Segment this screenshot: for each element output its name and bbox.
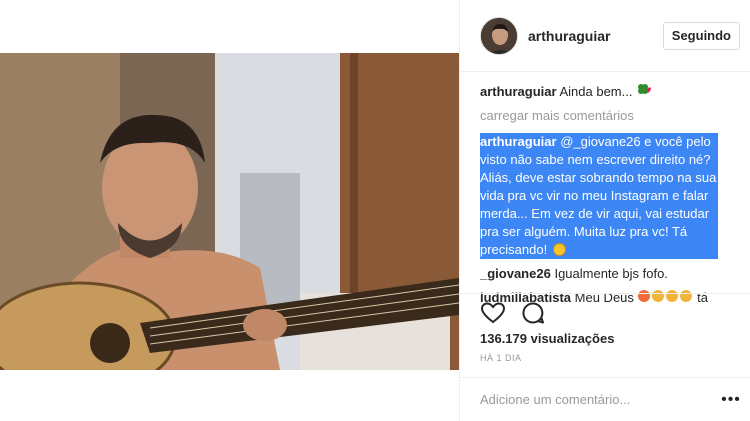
comment-username[interactable]: arthuraguiar <box>480 134 557 149</box>
more-options-icon[interactable]: ••• <box>721 391 741 409</box>
view-count: 136.179 visualizações <box>480 331 615 346</box>
video-player[interactable] <box>0 53 459 370</box>
username-link[interactable]: arthuraguiar <box>528 28 663 44</box>
caption: arthuraguiar Ainda bem... <box>480 82 740 101</box>
comment-username[interactable]: _giovane26 <box>480 266 551 281</box>
smiley-emoji-icon <box>552 243 566 256</box>
comment-text: e você pelo visto não sabe nem escrever … <box>480 134 717 257</box>
caption-text: Ainda bem... <box>559 84 633 99</box>
post-header: arthuraguiar Seguindo <box>460 0 750 72</box>
post-sidebar: arthuraguiar Seguindo arthuraguiar Ainda… <box>459 0 750 421</box>
action-bar <box>460 293 750 333</box>
video-frame <box>0 53 459 370</box>
avatar-image <box>481 17 517 54</box>
heart-icon[interactable] <box>480 300 506 326</box>
comment-input[interactable] <box>480 392 721 407</box>
comments-list: arthuraguiar Ainda bem... carregar mais … <box>460 72 750 305</box>
comment-text: Igualmente bjs fofo. <box>554 266 668 281</box>
comment: _giovane26 Igualmente bjs fofo. <box>480 265 740 283</box>
comment-icon[interactable] <box>520 300 546 326</box>
comment-mention[interactable]: @_giovane26 <box>560 134 640 149</box>
comment-selected: arthuraguiar @_giovane26 e você pelo vis… <box>480 133 718 259</box>
caption-username[interactable]: arthuraguiar <box>480 84 557 99</box>
avatar[interactable] <box>480 16 518 55</box>
post-media <box>0 0 459 421</box>
load-more-comments[interactable]: carregar mais comentários <box>480 107 740 125</box>
add-comment-bar: ••• <box>460 377 750 421</box>
post-timestamp[interactable]: HÁ 1 DIA <box>480 353 522 363</box>
clover-emoji-icon <box>636 84 652 99</box>
following-button[interactable]: Seguindo <box>662 21 740 50</box>
